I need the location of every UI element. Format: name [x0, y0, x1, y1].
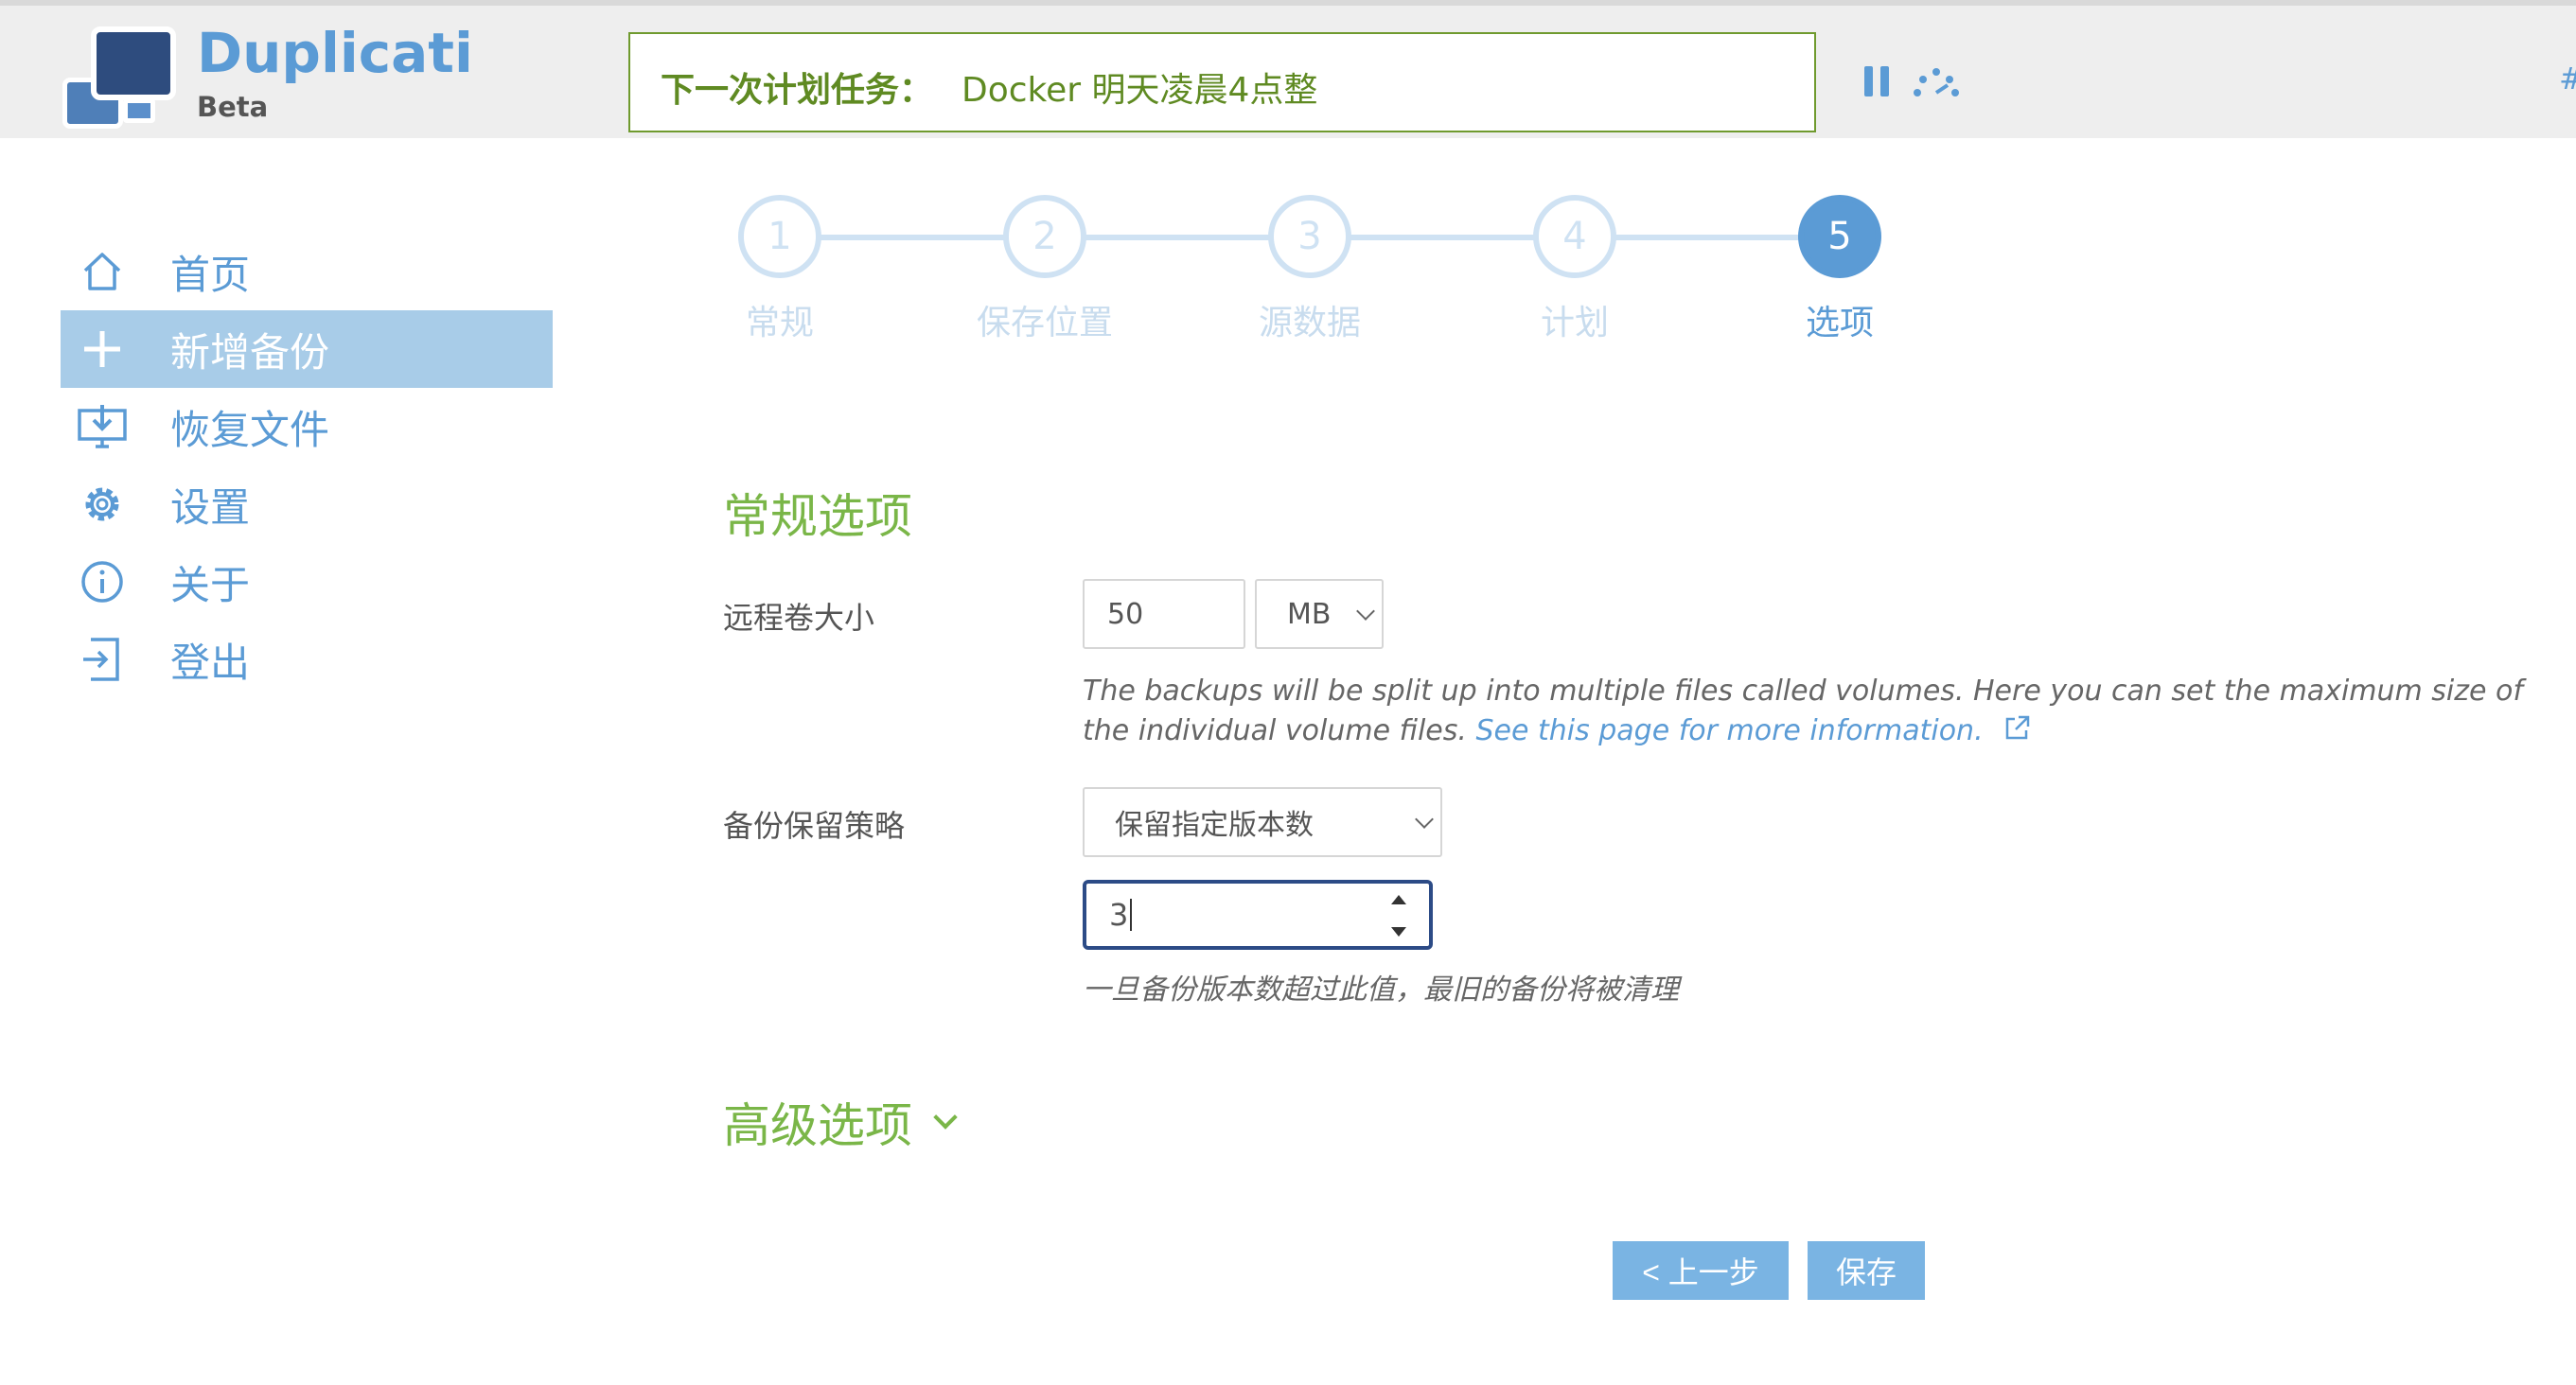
plus-icon — [76, 323, 129, 376]
info-icon — [76, 555, 129, 608]
step-label: 常规 — [745, 304, 814, 342]
pause-icon[interactable] — [1864, 66, 1891, 96]
sidebar-item-label: 登出 — [170, 639, 251, 686]
sidebar-item-settings[interactable]: 设置 — [61, 465, 553, 543]
home-icon — [76, 245, 129, 298]
gear-icon — [76, 478, 129, 531]
sidebar-item-restore[interactable]: 恢复文件 — [61, 388, 553, 465]
step-schedule[interactable]: 4 计划 — [1490, 195, 1660, 344]
sidebar-item-label: 首页 — [170, 251, 251, 298]
sidebar-item-label: 恢复文件 — [170, 406, 330, 453]
volume-size-help: The backups will be split up into multip… — [1083, 672, 2531, 751]
retention-count-input[interactable]: 3 — [1083, 880, 1433, 950]
external-link-icon[interactable] — [2003, 713, 2032, 742]
wizard-stepper: 1 常规 2 保存位置 3 源数据 4 计划 5 选项 — [738, 195, 1912, 346]
step-number: 2 — [1003, 195, 1086, 278]
volume-unit-value: MB — [1287, 597, 1332, 631]
save-button[interactable]: 保存 — [1808, 1241, 1925, 1300]
chevron-down-icon — [1356, 602, 1375, 621]
chevron-down-icon — [1415, 810, 1434, 829]
sidebar-item-label: 设置 — [170, 483, 251, 531]
retention-policy-select[interactable]: 保留指定版本数 — [1083, 787, 1442, 857]
step-label: 计划 — [1540, 304, 1609, 342]
step-options[interactable]: 5 选项 — [1755, 195, 1925, 344]
previous-step-button[interactable]: < 上一步 — [1613, 1241, 1789, 1300]
next-task-label: 下一次计划任务： — [661, 71, 934, 110]
next-task-banner: 下一次计划任务： Docker 明天凌晨4点整 — [628, 32, 1816, 132]
sidebar-item-label: 关于 — [170, 561, 251, 608]
step-source[interactable]: 3 源数据 — [1225, 195, 1395, 344]
advanced-options-toggle[interactable]: 高级选项 — [723, 1088, 958, 1156]
sidebar-item-label: 新增备份 — [170, 328, 330, 376]
sidebar-item-home[interactable]: 首页 — [61, 233, 553, 310]
step-label: 选项 — [1805, 304, 1874, 342]
brand-sub: Beta — [197, 91, 269, 123]
step-label: 源数据 — [1258, 304, 1361, 342]
restore-icon — [76, 400, 129, 453]
number-spinner[interactable] — [1389, 889, 1408, 942]
spinner-up-icon[interactable] — [1391, 895, 1406, 904]
logout-icon — [76, 633, 129, 686]
sidebar-item-about[interactable]: 关于 — [61, 543, 553, 621]
volume-size-label: 远程卷大小 — [723, 600, 875, 636]
sidebar-item-logout[interactable]: 登出 — [61, 621, 553, 698]
step-number: 3 — [1268, 195, 1351, 278]
sidebar-nav: 首页 新增备份 恢复文件 设置 关于 登出 — [61, 233, 553, 698]
throttle-icon[interactable] — [1910, 64, 1963, 98]
step-label: 保存位置 — [976, 304, 1113, 342]
step-number: 1 — [738, 195, 821, 278]
more-info-link[interactable]: See this page for more information. — [1475, 714, 1983, 747]
sidebar-item-add-backup[interactable]: 新增备份 — [61, 310, 553, 388]
step-general[interactable]: 1 常规 — [695, 195, 865, 344]
advanced-options-title: 高级选项 — [723, 1098, 912, 1153]
chevron-down-icon — [933, 1105, 958, 1130]
step-number: 4 — [1533, 195, 1616, 278]
app-header: Duplicati Beta 下一次计划任务： Docker 明天凌晨4点整 # — [0, 0, 2576, 138]
edge-link[interactable]: # — [2559, 61, 2576, 96]
step-destination[interactable]: 2 保存位置 — [960, 195, 1130, 344]
spinner-down-icon[interactable] — [1391, 927, 1406, 937]
next-task-value: Docker 明天凌晨4点整 — [962, 71, 1318, 110]
brand-name[interactable]: Duplicati — [197, 21, 473, 85]
retention-count-value: 3 — [1109, 897, 1129, 933]
retention-help: 一旦备份版本数超过此值，最旧的备份将被清理 — [1083, 973, 1679, 1007]
volume-size-input[interactable]: 50 — [1083, 579, 1245, 649]
general-options-title: 常规选项 — [723, 489, 912, 544]
volume-unit-select[interactable]: MB — [1255, 579, 1384, 649]
retention-policy-label: 备份保留策略 — [723, 808, 906, 844]
duplicati-logo-icon[interactable] — [57, 25, 180, 136]
text-cursor — [1130, 899, 1133, 931]
retention-policy-value: 保留指定版本数 — [1115, 809, 1314, 842]
step-number: 5 — [1798, 195, 1881, 278]
